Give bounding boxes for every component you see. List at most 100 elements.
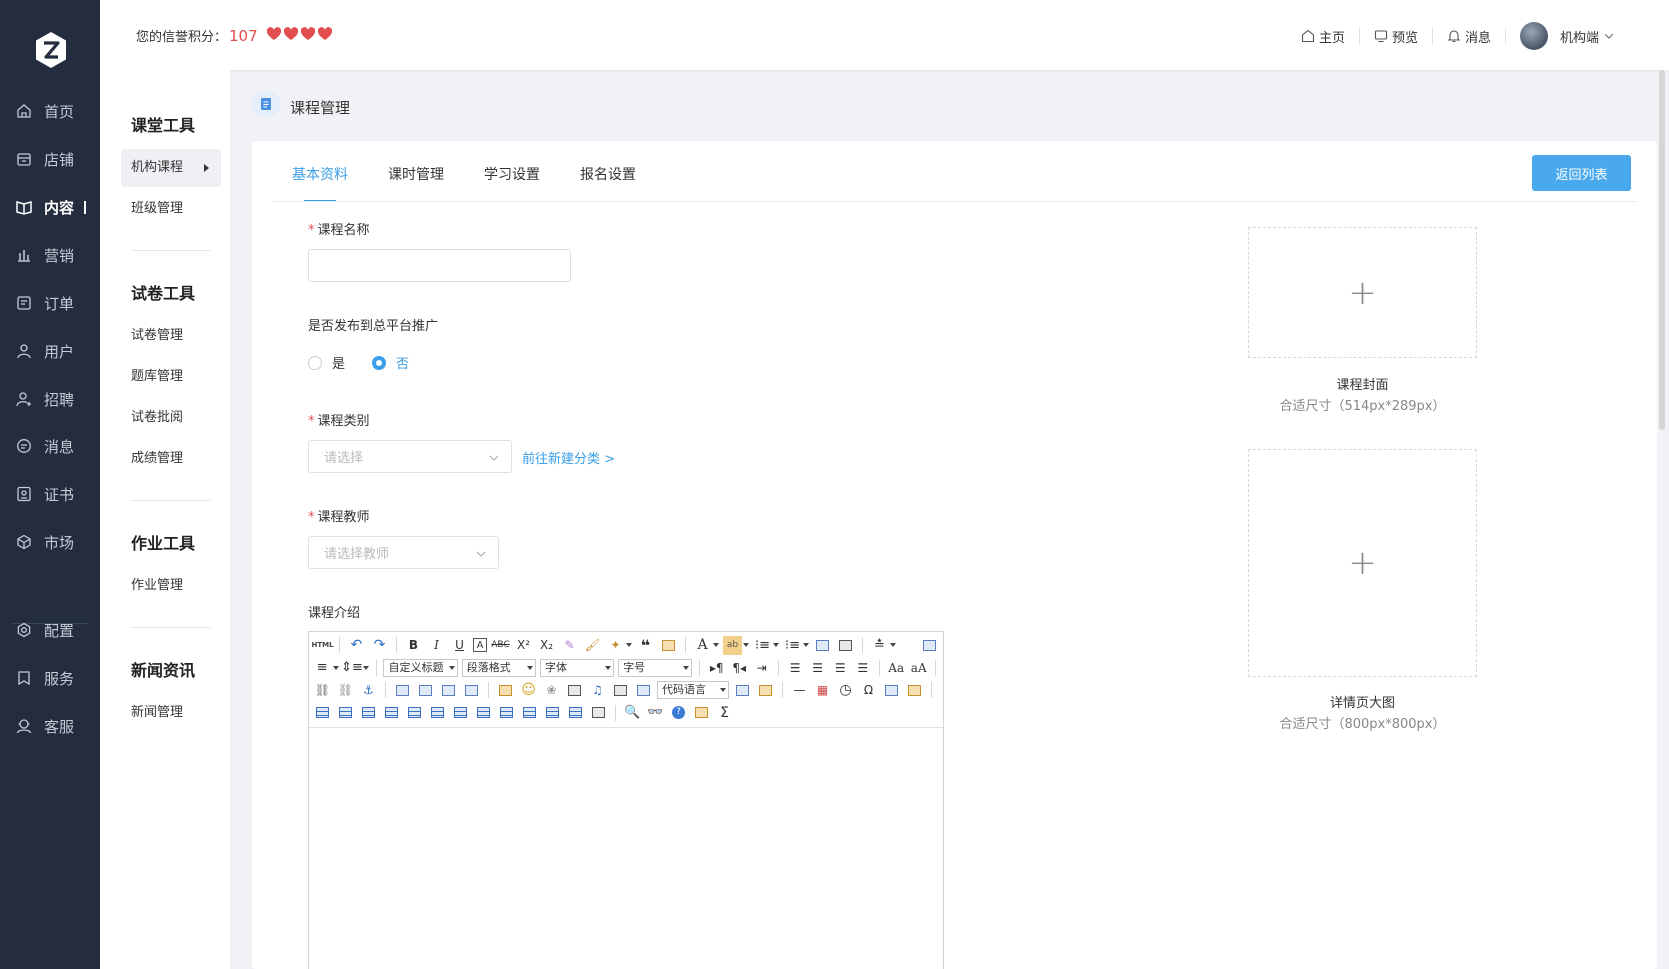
scrawl-icon[interactable]: ❀ [542, 681, 561, 700]
subnav-item-scores[interactable]: 成绩管理 [121, 440, 221, 478]
tab-study-settings[interactable]: 学习设置 [464, 154, 560, 196]
subnav-item-exam-grading[interactable]: 试卷批阅 [121, 399, 221, 437]
cover-upload[interactable]: + [1248, 227, 1477, 358]
highlight-icon[interactable]: ab [723, 635, 742, 655]
attachment-icon[interactable] [611, 681, 630, 700]
paragraph-spacing-icon[interactable]: ≡ [313, 658, 332, 677]
tab-enroll-settings[interactable]: 报名设置 [560, 154, 656, 196]
music-icon[interactable]: ♫ [588, 681, 607, 700]
custom-heading-select[interactable]: 自定义标题 [383, 658, 458, 677]
insert-image-icon[interactable] [496, 681, 515, 700]
merge-cells-icon[interactable] [474, 703, 493, 722]
help-icon[interactable]: ? [669, 703, 688, 722]
publish-radio-no[interactable]: 否 [372, 353, 409, 372]
split-rows-icon[interactable] [566, 703, 585, 722]
new-category-link[interactable]: 前往新建分类 > [522, 448, 615, 467]
align-justify-icon[interactable]: ☰ [853, 658, 872, 677]
nav-item-recruit[interactable]: 招聘 [0, 384, 100, 414]
horizontal-rule-icon[interactable]: — [790, 681, 809, 700]
template-icon[interactable] [733, 681, 752, 700]
emoji-icon[interactable]: ☺ [519, 681, 538, 700]
lowercase-icon[interactable]: aA [909, 658, 928, 677]
merge-right-icon[interactable] [497, 703, 516, 722]
delete-table-icon[interactable] [336, 703, 355, 722]
nav-item-home[interactable]: 首页 [0, 96, 100, 126]
anchor-icon[interactable]: ⚓ [359, 681, 378, 700]
align-right-icon[interactable]: ☰ [831, 658, 850, 677]
video-icon[interactable] [565, 681, 584, 700]
map-icon[interactable] [634, 681, 653, 700]
nav-item-orders[interactable]: 订单 [0, 288, 100, 318]
nav-item-shop[interactable]: 店铺 [0, 144, 100, 174]
insert-col-icon[interactable] [428, 703, 447, 722]
fullscreen-icon[interactable] [920, 636, 939, 655]
paragraph-format-select[interactable]: 段落格式 [461, 658, 536, 677]
italic-button[interactable]: I [427, 636, 446, 655]
background-icon[interactable] [756, 681, 775, 700]
uppercase-icon[interactable]: Aa [887, 658, 906, 677]
nav-item-messages[interactable]: 消息 [0, 431, 100, 461]
preview-icon[interactable]: 🔍 [623, 703, 642, 722]
code-language-select[interactable]: 代码语言 [657, 681, 729, 700]
subnav-item-homework[interactable]: 作业管理 [121, 567, 221, 605]
time-icon[interactable]: ◷ [836, 681, 855, 700]
teacher-select[interactable]: 请选择教师 [308, 536, 499, 569]
subnav-item-question-bank[interactable]: 题库管理 [121, 358, 221, 396]
insert-table-icon[interactable] [313, 703, 332, 722]
ltr-icon[interactable]: ▸¶ [707, 658, 726, 677]
undo-icon[interactable]: ↶ [347, 636, 366, 655]
logo-icon[interactable] [33, 30, 69, 70]
nav-item-certificate[interactable]: 证书 [0, 479, 100, 509]
home-link[interactable]: 主页 [1287, 27, 1359, 46]
align-center-icon[interactable]: ☰ [808, 658, 827, 677]
unlink-icon[interactable]: ⛓ [336, 681, 355, 700]
publish-radio-yes[interactable]: 是 [308, 353, 345, 372]
bold-button[interactable]: B [404, 636, 423, 655]
page-scrollbar[interactable] [1659, 70, 1665, 430]
nav-item-marketing[interactable]: 营销 [0, 240, 100, 270]
user-menu[interactable]: 机构端 [1506, 22, 1629, 50]
unordered-list-icon[interactable]: ⁝≡ [783, 636, 802, 655]
nav-item-support[interactable]: 客服 [0, 711, 100, 741]
messages-link[interactable]: 消息 [1433, 27, 1505, 46]
link-icon[interactable]: ⛓ [313, 681, 332, 700]
line-height-icon[interactable]: ≛ [870, 636, 889, 655]
strikethrough-button[interactable]: ABC [491, 636, 510, 655]
page-break-icon[interactable] [882, 681, 901, 700]
insert-row-icon[interactable] [382, 703, 401, 722]
editor-body[interactable] [309, 728, 943, 969]
underline-button[interactable]: U [450, 636, 469, 655]
nav-item-service[interactable]: 服务 [0, 663, 100, 693]
delete-col-icon[interactable] [451, 703, 470, 722]
sum-icon[interactable]: Σ [715, 703, 734, 722]
split-cols-icon[interactable] [589, 703, 608, 722]
special-chars-icon[interactable]: Ω [859, 681, 878, 700]
select-all-icon[interactable] [813, 636, 832, 655]
subscript-button[interactable]: X₂ [537, 636, 556, 655]
row-spacing-icon[interactable]: ⇕≡ [341, 658, 363, 677]
indent-icon[interactable]: ⇥ [752, 658, 771, 677]
eraser-icon[interactable]: ✎ [560, 636, 579, 655]
tab-basic-info[interactable]: 基本资料 [272, 154, 368, 202]
auto-format-icon[interactable]: ✦ [606, 636, 625, 655]
align-left-icon[interactable]: ☰ [786, 658, 805, 677]
font-border-button[interactable]: A [473, 638, 487, 653]
ordered-list-icon[interactable]: ⁝≡ [753, 636, 772, 655]
blockquote-icon[interactable]: ❝ [636, 636, 655, 655]
superscript-button[interactable]: X² [514, 636, 533, 655]
category-select[interactable]: 请选择 [308, 440, 512, 473]
format-brush-icon[interactable]: 🖌 [583, 636, 602, 655]
nav-item-content[interactable]: 内容 [0, 192, 100, 222]
merge-down-icon[interactable] [520, 703, 539, 722]
subnav-item-institution-courses[interactable]: 机构课程 [121, 149, 221, 187]
font-size-select[interactable]: 字号 [618, 658, 693, 677]
image-center-icon[interactable] [462, 681, 481, 700]
nav-item-settings[interactable]: 配置 [0, 615, 100, 645]
image-none-icon[interactable] [393, 681, 412, 700]
course-name-input[interactable] [308, 249, 571, 282]
image-right-icon[interactable] [439, 681, 458, 700]
back-to-list-button[interactable]: 返回列表 [1532, 155, 1631, 191]
split-cells-icon[interactable] [543, 703, 562, 722]
subnav-item-class-management[interactable]: 班级管理 [121, 190, 221, 228]
image-left-icon[interactable] [416, 681, 435, 700]
